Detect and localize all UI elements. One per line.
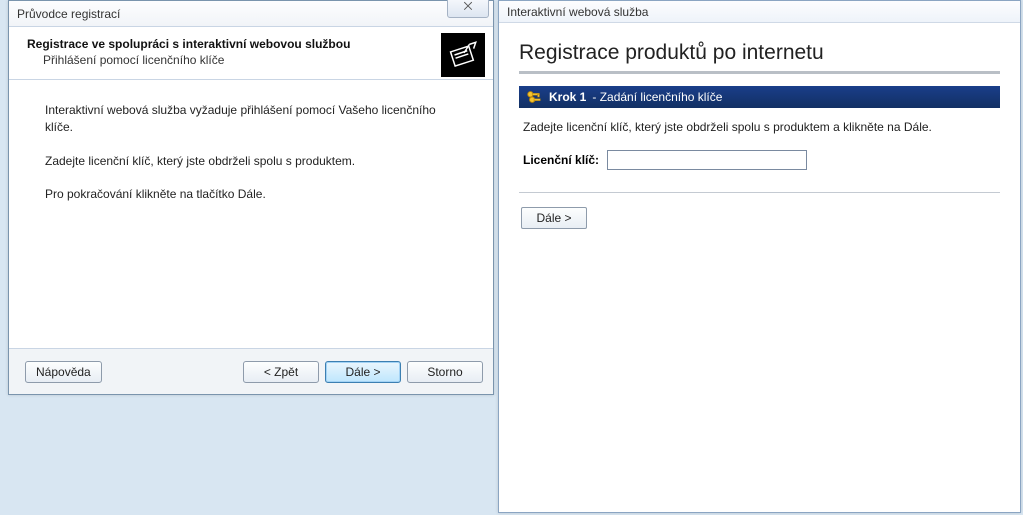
web-body: Registrace produktů po internetu Krok 1 … xyxy=(499,23,1020,247)
registration-wizard-window: Průvodce registrací ⨉ Registrace ve spol… xyxy=(8,0,494,395)
cancel-button[interactable]: Storno xyxy=(407,361,483,383)
wizard-subheading: Přihlášení pomocí licenčního klíče xyxy=(43,53,481,67)
page-heading: Registrace produktů po internetu xyxy=(519,41,1000,65)
license-key-label: Licenční klíč: xyxy=(523,153,599,167)
step-desc: Zadání licenčního klíče xyxy=(592,86,722,108)
help-button[interactable]: Nápověda xyxy=(25,361,102,383)
wizard-footer: Nápověda < Zpět Dále > Storno xyxy=(9,348,493,394)
license-key-input[interactable] xyxy=(607,150,807,170)
step-name: Krok 1 xyxy=(549,86,586,108)
web-title-text: Interaktivní webová služba xyxy=(507,5,648,19)
register-logo-icon xyxy=(441,33,485,77)
step-bar: Krok 1 Zadání licenčního klíče xyxy=(519,86,1000,108)
back-button[interactable]: < Zpět xyxy=(243,361,319,383)
close-button[interactable]: ⨉ xyxy=(447,0,489,18)
wizard-para-3: Pro pokračování klikněte na tlačítko Dál… xyxy=(45,186,457,203)
next-button[interactable]: Dále > xyxy=(325,361,401,383)
wizard-body: Interaktivní webová služba vyžaduje přih… xyxy=(9,80,493,230)
web-instruction: Zadejte licenční klíč, který jste obdrže… xyxy=(523,120,996,134)
wizard-titlebar: Průvodce registrací ⨉ xyxy=(9,1,493,27)
wizard-para-2: Zadejte licenční klíč, který jste obdrže… xyxy=(45,153,457,170)
wizard-header: Registrace ve spolupráci s interaktivní … xyxy=(9,27,493,80)
wizard-title-text: Průvodce registrací xyxy=(17,7,120,21)
wizard-para-1: Interaktivní webová služba vyžaduje přih… xyxy=(45,102,457,137)
close-icon: ⨉ xyxy=(464,1,473,13)
section-divider xyxy=(519,192,1000,193)
license-key-row: Licenční klíč: xyxy=(523,150,996,170)
web-service-window: Interaktivní webová služba Registrace pr… xyxy=(498,0,1021,513)
heading-divider xyxy=(519,71,1000,74)
keys-icon xyxy=(525,88,543,106)
web-titlebar: Interaktivní webová služba xyxy=(499,1,1020,23)
web-next-button[interactable]: Dále > xyxy=(521,207,587,229)
wizard-heading: Registrace ve spolupráci s interaktivní … xyxy=(27,37,481,51)
